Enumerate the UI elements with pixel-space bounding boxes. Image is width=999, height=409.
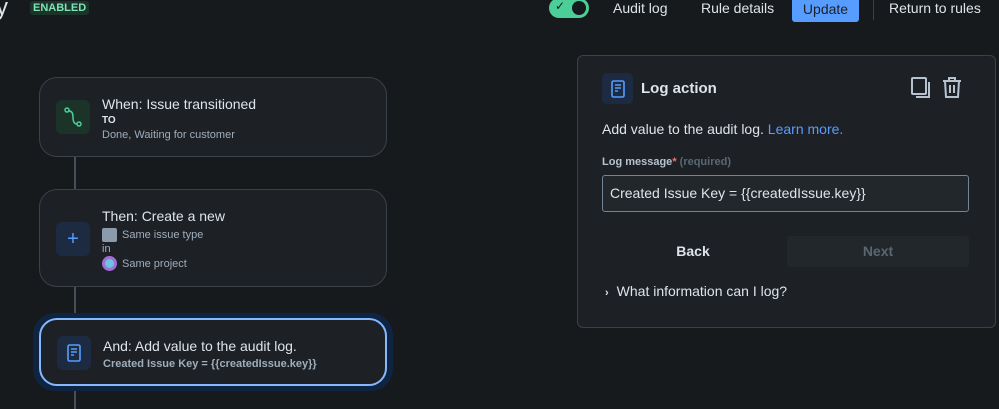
- learn-more-link[interactable]: Learn more.: [768, 121, 843, 137]
- panel-title: Log action: [641, 80, 717, 97]
- card-detail: Done, Waiting for customer: [102, 129, 235, 141]
- transition-icon: [56, 100, 90, 134]
- expander-label: What information can I log?: [616, 283, 788, 299]
- card-detail: Created Issue Key = {{createdIssue.key}}: [103, 358, 317, 370]
- divider: [873, 0, 874, 20]
- required-mark: *: [672, 156, 677, 168]
- issue-type: Same issue type: [122, 229, 204, 241]
- card-title: Then: Create a new: [102, 208, 225, 224]
- next-button[interactable]: Next: [787, 236, 969, 267]
- check-icon: ✓: [555, 0, 566, 13]
- create-issue-card[interactable]: + Then: Create a new Same issue type in …: [39, 189, 387, 287]
- panel-description: Add value to the audit log.: [602, 121, 764, 137]
- rule-enabled-toggle[interactable]: ✓: [549, 0, 589, 18]
- rule-details-button[interactable]: Rule details: [701, 0, 774, 16]
- document-icon: [57, 336, 91, 370]
- project: Same project: [122, 258, 187, 270]
- chevron-right-icon: ›: [605, 287, 609, 299]
- update-button[interactable]: Update: [792, 0, 859, 22]
- card-title: And: Add value to the audit log.: [103, 338, 297, 354]
- back-button[interactable]: Back: [602, 236, 784, 267]
- issue-type-icon: [102, 228, 117, 242]
- required-hint: (required): [679, 156, 731, 168]
- log-action-card[interactable]: And: Add value to the audit log. Created…: [39, 318, 387, 386]
- info-expander[interactable]: › What information can I log?: [605, 283, 787, 299]
- connector: [74, 156, 76, 190]
- in-label: in: [102, 243, 111, 255]
- field-label: Log message: [602, 156, 673, 168]
- return-to-rules-button[interactable]: Return to rules: [889, 0, 981, 16]
- copy-icon[interactable]: [910, 76, 932, 105]
- audit-log-button[interactable]: Audit log: [613, 0, 667, 16]
- card-title: When: Issue transitioned: [102, 96, 257, 112]
- status-badge: ENABLED: [30, 1, 90, 15]
- card-label: TO: [102, 115, 116, 126]
- plus-icon: +: [56, 222, 90, 256]
- project-avatar-icon: [102, 256, 117, 271]
- log-action-panel: Log action Add value to the audit log. L…: [577, 55, 996, 328]
- log-message-input[interactable]: Created Issue Key = {{createdIssue.key}}: [602, 175, 969, 212]
- trigger-card[interactable]: When: Issue transitioned TO Done, Waitin…: [39, 77, 387, 157]
- rule-title: y: [0, 0, 8, 21]
- delete-icon[interactable]: [941, 75, 963, 104]
- document-icon: [602, 73, 633, 104]
